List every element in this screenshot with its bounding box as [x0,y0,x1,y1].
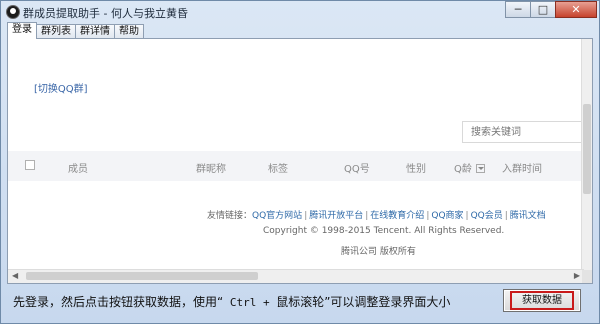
window-title: 群成员提取助手 - 何人与我立黄昏 [23,7,188,20]
hint-part-3: ”可以调整登录界面大小 [324,295,451,309]
link-online-education[interactable]: 在线教育介绍 [370,211,424,221]
link-tencent-docs[interactable]: 腾讯文档 [510,211,546,221]
horizontal-scroll-thumb[interactable] [26,272,258,280]
company-text: 腾讯公司 版权所有 [341,247,416,257]
link-open-platform[interactable]: 腾讯开放平台 [309,211,363,221]
fetch-data-button[interactable]: 获取数据 [503,289,581,312]
friend-links: 友情链接：QQ官方网站 | 腾讯开放平台 | 在线教育介绍 | QQ商家 | QQ会员 | 腾讯文档 [207,208,546,221]
maximize-button[interactable]: □ [530,1,556,18]
web-content-pane: [切换QQ群] 成员 群昵称 标签 QQ号 性别 Q龄 入群时间 友情链接：QQ… [7,38,593,284]
hint-keys: Ctrl + [223,296,277,309]
fetch-data-label: 获取数据 [522,295,562,306]
link-qq-vip[interactable]: QQ会员 [471,211,503,221]
link-separator: | [304,211,308,221]
column-q-age[interactable]: Q龄 [454,160,485,175]
scrollbar-corner [582,270,592,283]
column-member[interactable]: 成员 [68,160,88,175]
tab-login[interactable]: 登录 [7,22,37,39]
link-separator: | [465,211,469,221]
search-input[interactable] [462,121,588,143]
link-qq-merchant[interactable]: QQ商家 [431,211,463,221]
column-tag[interactable]: 标签 [268,160,288,175]
link-separator: | [426,211,430,221]
column-gender[interactable]: 性别 [406,160,426,175]
column-q-age-label: Q龄 [454,164,472,175]
tab-help[interactable]: 帮助 [114,24,144,39]
hint-part-2: 鼠标滚轮 [276,295,325,309]
tab-group-details[interactable]: 群详情 [75,24,115,39]
link-separator: | [504,211,508,221]
horizontal-scrollbar[interactable]: ◀ ▶ [8,269,584,283]
main-window: 群成员提取助手 - 何人与我立黄昏 ─ □ ✕ 登录 群列表 群详情 帮助 [切… [0,0,600,324]
app-penguin-icon [6,5,20,19]
vertical-scrollbar[interactable] [581,39,592,271]
close-button[interactable]: ✕ [555,1,597,18]
tab-group-list[interactable]: 群列表 [36,24,76,39]
window-controls: ─ □ ✕ [505,1,597,19]
sort-dropdown-icon[interactable] [475,164,485,173]
link-qq-official[interactable]: QQ官方网站 [252,211,302,221]
scroll-left-arrow-icon[interactable]: ◀ [12,271,18,280]
column-group-nick[interactable]: 群昵称 [196,160,226,175]
select-all-checkbox[interactable] [25,160,35,170]
switch-group-link[interactable]: [切换QQ群] [34,80,88,95]
usage-hint: 先登录，然后点击按钮获取数据，使用“ Ctrl + 鼠标滚轮”可以调整登录界面大… [13,293,450,310]
column-join-time[interactable]: 入群时间 [502,160,542,175]
vertical-scroll-thumb[interactable] [583,104,591,194]
column-qq[interactable]: QQ号 [344,160,370,175]
scroll-right-arrow-icon[interactable]: ▶ [574,271,580,280]
tab-bar: 登录 群列表 群详情 帮助 [7,22,144,39]
minimize-button[interactable]: ─ [505,1,531,18]
title-bar[interactable]: 群成员提取助手 - 何人与我立黄昏 ─ □ ✕ [1,1,599,23]
hint-part-1: 先登录，然后点击按钮获取数据，使用“ [13,295,224,309]
copyright-text: Copyright © 1998-2015 Tencent. All Right… [263,226,505,236]
friend-links-label: 友情链接： [207,211,253,221]
bottom-bar: 先登录，然后点击按钮获取数据，使用“ Ctrl + 鼠标滚轮”可以调整登录界面大… [7,285,593,319]
link-separator: | [365,211,369,221]
member-table-header: 成员 群昵称 标签 QQ号 性别 Q龄 入群时间 [8,151,584,181]
